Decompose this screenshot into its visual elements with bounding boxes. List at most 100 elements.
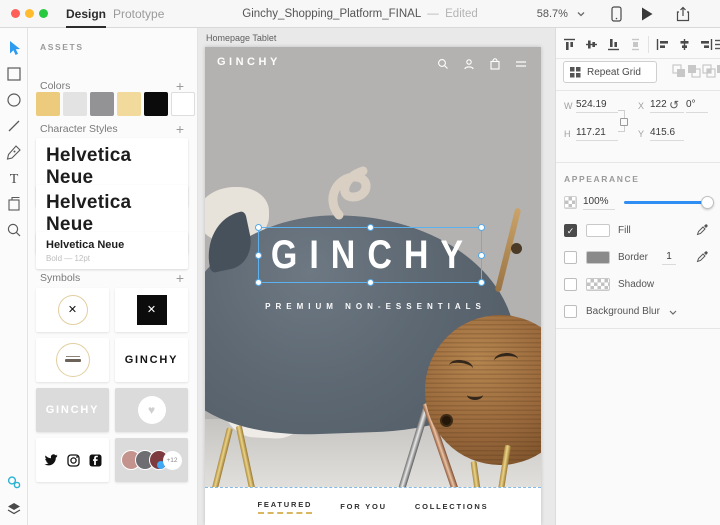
boolean-exclude-icon[interactable] xyxy=(716,64,720,78)
selection-handle[interactable] xyxy=(367,279,374,286)
align-right-icon[interactable] xyxy=(700,38,713,51)
preview-play-icon[interactable] xyxy=(640,6,654,27)
search-icon[interactable] xyxy=(437,57,449,75)
character-style-item[interactable]: Helvetica Neue Bold — 12pt xyxy=(36,232,188,269)
rectangle-tool-icon[interactable] xyxy=(6,66,22,82)
window-minimize-button[interactable] xyxy=(25,9,34,18)
background-blur-checkbox[interactable] xyxy=(564,305,577,318)
nav-item-for-you[interactable]: FOR YOU xyxy=(340,502,387,511)
selection-handle[interactable] xyxy=(367,224,374,231)
width-field[interactable]: 524.19 xyxy=(576,99,618,113)
boolean-add-icon[interactable] xyxy=(672,64,686,78)
symbol-social-icons[interactable] xyxy=(36,438,109,482)
line-tool-icon[interactable] xyxy=(6,118,22,134)
artboard-homepage-tablet[interactable]: GINCHY GINCHY PREMIUM NON-ESSENTIALS FEA xyxy=(205,47,541,525)
tab-design[interactable]: Design xyxy=(66,0,106,28)
fill-color-swatch[interactable] xyxy=(586,224,610,237)
symbol-heart-button[interactable]: ♥ xyxy=(115,388,188,432)
layers-panel-icon[interactable] xyxy=(6,501,22,517)
ginchy-logo[interactable]: GINCHY xyxy=(217,56,281,68)
eyedropper-icon[interactable] xyxy=(696,250,709,266)
selection-handle[interactable] xyxy=(478,252,485,259)
symbol-circle-cta[interactable] xyxy=(36,338,109,382)
symbol-close-square[interactable]: ✕ xyxy=(115,288,188,332)
border-width-field[interactable]: 1 xyxy=(662,251,676,265)
distribute-vertical-icon[interactable] xyxy=(629,38,642,51)
color-swatch[interactable] xyxy=(36,92,60,116)
lock-aspect-icon[interactable] xyxy=(618,110,625,132)
symbol-avatar-group[interactable]: +12 xyxy=(115,438,188,482)
sphere-eye xyxy=(494,352,519,368)
ginchy-wordmark: GINCHY xyxy=(46,404,100,416)
user-icon[interactable] xyxy=(463,57,475,75)
nav-item-collections[interactable]: COLLECTIONS xyxy=(415,502,489,511)
pen-tool-icon[interactable] xyxy=(6,144,22,160)
shopping-bag-icon[interactable] xyxy=(489,57,501,75)
add-color-button[interactable]: + xyxy=(173,80,187,92)
title-separator: — xyxy=(427,8,439,20)
shadow-checkbox[interactable] xyxy=(564,278,577,291)
artboard-label[interactable]: Homepage Tablet xyxy=(206,33,276,43)
avatar-group: +12 xyxy=(121,449,183,471)
color-swatch[interactable] xyxy=(144,92,168,116)
border-checkbox[interactable] xyxy=(564,251,577,264)
symbol-ginchy-logo-dark[interactable]: GINCHY xyxy=(115,338,188,382)
avatar-count-badge: +12 xyxy=(163,451,182,470)
eyedropper-icon[interactable] xyxy=(696,223,709,239)
selection-handle[interactable] xyxy=(255,224,262,231)
selection-handle[interactable] xyxy=(255,279,262,286)
boolean-subtract-icon[interactable] xyxy=(687,64,701,78)
selection-handle[interactable] xyxy=(478,279,485,286)
border-color-swatch[interactable] xyxy=(586,251,610,264)
assets-panel: ASSETS Colors + Character Styles + Helve… xyxy=(28,28,198,525)
menu-icon[interactable] xyxy=(515,57,527,75)
fill-checkbox[interactable]: ✓ xyxy=(564,224,577,237)
distribute-horizontal-icon[interactable] xyxy=(714,38,720,51)
opacity-field[interactable]: 100% xyxy=(583,196,615,210)
window-zoom-button[interactable] xyxy=(39,9,48,18)
symbol-close-circle[interactable]: ✕ xyxy=(36,288,109,332)
select-tool-icon[interactable] xyxy=(6,40,22,56)
nav-item-featured[interactable]: FEATURED xyxy=(258,500,313,514)
y-field[interactable]: 415.6 xyxy=(650,127,684,141)
device-preview-icon[interactable] xyxy=(611,6,622,27)
style-name: Helvetica Neue xyxy=(46,145,178,189)
color-swatch[interactable] xyxy=(90,92,114,116)
selected-text-layer[interactable]: GINCHY xyxy=(258,227,482,283)
text-tool-icon[interactable]: T xyxy=(6,170,22,186)
opacity-slider[interactable] xyxy=(624,201,708,204)
share-export-icon[interactable] xyxy=(676,6,690,27)
align-bottom-icon[interactable] xyxy=(607,38,620,51)
symbol-ginchy-logo-light[interactable]: GINCHY xyxy=(36,388,109,432)
ellipse-tool-icon[interactable] xyxy=(6,92,22,108)
color-swatch[interactable] xyxy=(117,92,141,116)
height-field[interactable]: 117.21 xyxy=(576,127,618,141)
align-middle-icon[interactable] xyxy=(585,38,598,51)
hero-subtitle-text[interactable]: PREMIUM NON-ESSENTIALS xyxy=(205,302,541,311)
zoom-tool-icon[interactable] xyxy=(6,222,22,238)
opacity-slider-handle[interactable] xyxy=(701,196,714,209)
align-center-icon[interactable] xyxy=(678,38,691,51)
align-top-icon[interactable] xyxy=(563,38,576,51)
selection-handle[interactable] xyxy=(478,224,485,231)
selection-handle[interactable] xyxy=(255,252,262,259)
add-symbol-button[interactable]: + xyxy=(173,272,187,284)
style-name: Helvetica Neue xyxy=(46,192,178,236)
colors-section-label: Colors xyxy=(40,80,70,92)
repeat-grid-button[interactable]: Repeat Grid xyxy=(563,61,657,83)
property-inspector: Repeat Grid W 524.19 X 122 ↻ 0° H 117.21… xyxy=(555,28,720,525)
color-swatch[interactable] xyxy=(63,92,87,116)
add-character-style-button[interactable]: + xyxy=(173,123,187,135)
black-square-icon: ✕ xyxy=(137,295,167,325)
chevron-down-icon[interactable] xyxy=(669,308,677,319)
rotation-field[interactable]: 0° xyxy=(686,99,708,113)
boolean-intersect-icon[interactable] xyxy=(702,64,716,78)
design-canvas[interactable]: Homepage Tablet xyxy=(198,28,555,525)
artboard-tool-icon[interactable] xyxy=(6,196,22,212)
assets-panel-icon[interactable] xyxy=(6,474,22,490)
color-swatch[interactable] xyxy=(171,92,195,116)
align-left-icon[interactable] xyxy=(656,38,669,51)
tab-prototype[interactable]: Prototype xyxy=(113,0,164,28)
zoom-level-dropdown[interactable]: 58.7% xyxy=(537,0,585,28)
window-close-button[interactable] xyxy=(11,9,20,18)
